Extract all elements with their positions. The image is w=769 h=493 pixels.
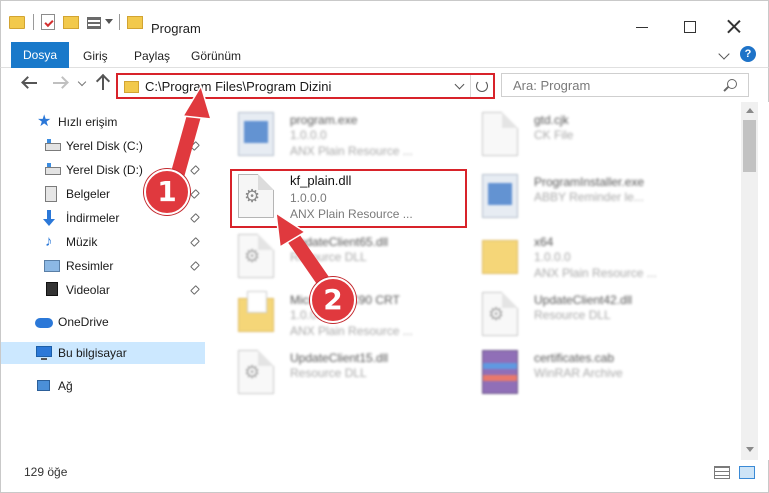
arrow-2: [275, 211, 333, 292]
step-badge-1: 1: [144, 169, 190, 215]
step-badge-2: 2: [310, 277, 356, 323]
annotation-arrows: [169, 84, 333, 292]
arrow-1: [169, 84, 213, 187]
